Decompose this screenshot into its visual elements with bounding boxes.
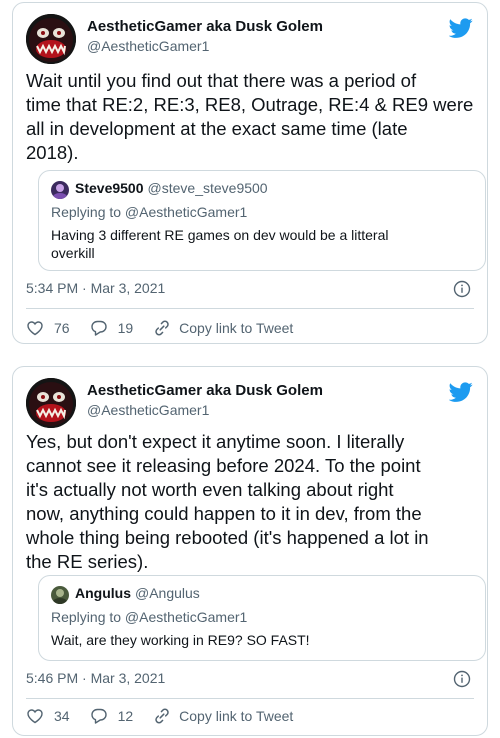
quote-author-name[interactable]: Angulus <box>75 585 131 601</box>
like-button[interactable]: 76 <box>26 319 70 337</box>
reply-bubble-icon <box>90 708 107 724</box>
link-icon <box>155 320 169 336</box>
reply-count: 19 <box>117 320 134 336</box>
divider <box>26 698 474 699</box>
heart-icon <box>27 321 43 336</box>
quote-text: Wait, are they working in RE9? SO FAST! <box>51 631 310 649</box>
author-name[interactable]: AestheticGamer aka Dusk Golem <box>87 18 323 35</box>
tweet-text-line: it's actually not worth even talking abo… <box>26 479 394 500</box>
quote-text-line: overkill <box>51 245 95 261</box>
copy-link-button[interactable]: Copy link to Tweet <box>153 319 293 337</box>
like-button[interactable]: 34 <box>26 707 70 725</box>
reply-bubble-icon <box>90 320 107 336</box>
tweet-text: Wait until you find out that there was a… <box>26 69 478 165</box>
replying-to[interactable]: Replying to @AestheticGamer1 <box>51 204 247 220</box>
tweet-text-line: now, anything could happen to it in dev,… <box>26 503 422 524</box>
tweet-text-line: cannot see it releasing before 2024. To … <box>26 455 421 476</box>
heart-icon <box>27 709 43 724</box>
author-avatar[interactable] <box>26 14 76 64</box>
author-name[interactable]: AestheticGamer aka Dusk Golem <box>87 382 323 399</box>
twitter-bird-icon[interactable] <box>449 16 473 40</box>
info-icon[interactable] <box>453 670 471 688</box>
tweet-actions: 34 12 Copy link to Tweet <box>26 705 313 727</box>
reply-button[interactable]: 19 <box>90 319 134 337</box>
tweet-text-line: time that RE:2, RE:3, RE8, Outrage, RE:4… <box>26 94 474 115</box>
replying-to[interactable]: Replying to @AestheticGamer1 <box>51 609 247 625</box>
quote-author-handle[interactable]: @steve_steve9500 <box>148 180 268 196</box>
copy-link-label: Copy link to Tweet <box>179 320 294 336</box>
tweet-text: Yes, but don't expect it anytime soon. I… <box>26 430 478 574</box>
like-count: 34 <box>54 708 70 724</box>
like-count: 76 <box>54 320 70 336</box>
quote-text-line: Having 3 different RE games on dev would… <box>51 227 389 243</box>
author-handle[interactable]: @AestheticGamer1 <box>87 402 209 418</box>
reply-button[interactable]: 12 <box>90 707 134 725</box>
tweet-card[interactable]: AestheticGamer aka Dusk Golem @Aesthetic… <box>12 366 488 736</box>
quote-text: Having 3 different RE games on dev would… <box>51 226 389 262</box>
tweet-timestamp[interactable]: 5:34 PM · Mar 3, 2021 <box>26 280 165 296</box>
tweet-text-line: Yes, but don't expect it anytime soon. I… <box>26 431 405 452</box>
tweet-actions: 76 19 Copy link to Tweet <box>26 317 313 339</box>
tweet-timestamp[interactable]: 5:46 PM · Mar 3, 2021 <box>26 670 165 686</box>
tweet-card[interactable]: AestheticGamer aka Dusk Golem @Aesthetic… <box>12 2 488 344</box>
quote-author-handle[interactable]: @Angulus <box>135 585 200 601</box>
quote-author[interactable]: Angulus @Angulus <box>75 585 200 601</box>
copy-link-button[interactable]: Copy link to Tweet <box>153 707 293 725</box>
tweet-text-line: Wait until you find out that there was a… <box>26 70 417 91</box>
quote-text-line: Wait, are they working in RE9? SO FAST! <box>51 632 310 648</box>
quoted-tweet[interactable]: Steve9500 @steve_steve9500 Replying to @A… <box>38 170 486 271</box>
quote-author-name[interactable]: Steve9500 <box>75 180 144 196</box>
info-icon[interactable] <box>453 280 471 298</box>
quote-avatar[interactable] <box>51 181 69 199</box>
divider <box>26 308 474 309</box>
quote-avatar[interactable] <box>51 586 69 604</box>
author-handle[interactable]: @AestheticGamer1 <box>87 38 209 54</box>
quoted-tweet[interactable]: Angulus @Angulus Replying to @AestheticGa… <box>38 575 486 661</box>
tweet-text-line: whole thing being rebooted (it's happene… <box>26 527 429 548</box>
copy-link-label: Copy link to Tweet <box>179 708 294 724</box>
link-icon <box>155 708 169 724</box>
tweet-text-line: all in development at the exact same tim… <box>26 118 408 139</box>
reply-count: 12 <box>117 708 134 724</box>
tweet-text-line: the RE series). <box>26 551 149 572</box>
author-avatar[interactable] <box>26 378 76 428</box>
quote-author[interactable]: Steve9500 @steve_steve9500 <box>75 180 268 196</box>
twitter-bird-icon[interactable] <box>449 380 473 404</box>
tweet-text-line: 2018). <box>26 142 79 163</box>
